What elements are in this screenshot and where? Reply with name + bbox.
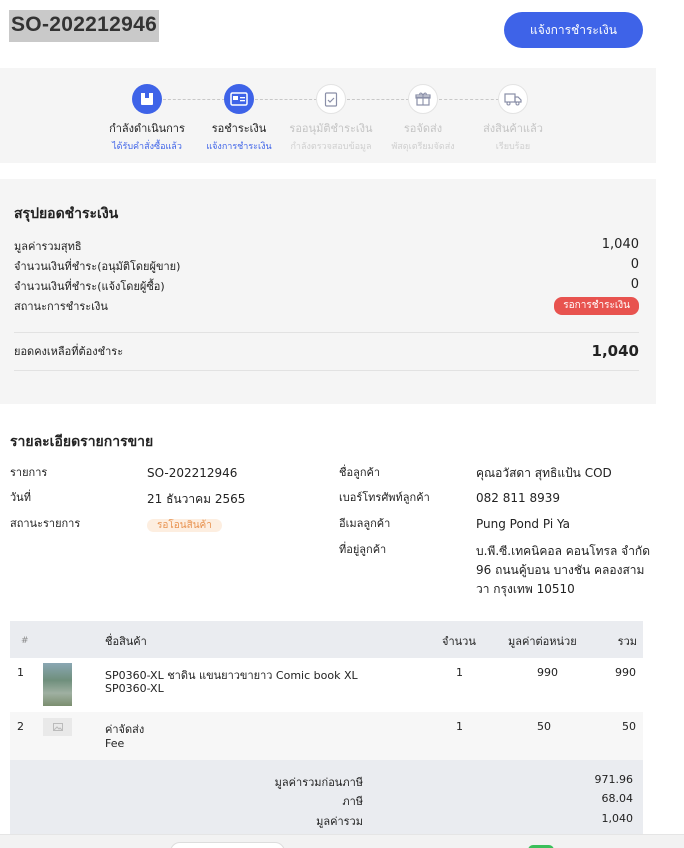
- sale-details-title: รายละเอียดรายการขาย: [10, 434, 154, 450]
- step-title: รออนุมัติชำระเงิน: [289, 122, 373, 135]
- payment-status-row: สถานะการชำระเงิน รอการชำระเงิน: [14, 297, 639, 315]
- clipboard-check-icon: [316, 84, 346, 114]
- row-num: 2: [17, 720, 24, 733]
- payment-status-badge: รอการชำระเงิน: [554, 297, 639, 315]
- step-awaiting-shipment: รอจัดส่ง พัสดุเตรียมจัดส่ง: [375, 84, 471, 153]
- customer-label: ชื่อลูกค้า: [339, 466, 381, 479]
- col-unit-price: มูลค่าต่อหน่วย: [508, 635, 577, 648]
- date-value: 21 ธันวาคม 2565: [147, 492, 246, 506]
- payment-summary-card: สรุปยอดชำระเงิน มูลค่ารวมสุทธิ 1,040 จำน…: [0, 179, 656, 404]
- image-placeholder-icon: [43, 718, 72, 736]
- table-row: 2 ค่าจัดส่ง Fee 1 50 50: [10, 712, 643, 760]
- row-name: ค่าจัดส่ง: [105, 723, 145, 736]
- phone-label: เบอร์โทรศัพท์ลูกค้า: [339, 491, 430, 504]
- step-awaiting-payment: รอชำระเงิน แจ้งการชำระเงิน: [191, 84, 287, 153]
- net-total-row: มูลค่ารวมสุทธิ 1,040: [14, 237, 639, 255]
- payment-status-label: สถานะการชำระเงิน: [14, 300, 108, 313]
- truck-icon: [498, 84, 528, 114]
- row-total: 990: [615, 666, 636, 679]
- paid-reported-value: 0: [630, 277, 639, 292]
- tax-label: ภาษี: [342, 795, 363, 808]
- paid-approved-label: จำนวนเงินที่ชำระ(อนุมัติโดยผู้ขาย): [14, 260, 181, 273]
- email-label: อีเมลลูกค้า: [339, 517, 391, 530]
- notify-payment-button[interactable]: แจ้งการชำระเงิน: [504, 12, 643, 48]
- order-progress-stepper: กำลังดำเนินการ ได้รับคำสั่งซื้อแล้ว รอชำ…: [0, 68, 656, 163]
- paid-reported-label: จำนวนเงินที่ชำระ(แจ้งโดยผู้ซื้อ): [14, 280, 165, 293]
- row-sku: Fee: [105, 737, 125, 750]
- paid-approved-value: 0: [630, 257, 639, 272]
- step-title: กำลังดำเนินการ: [109, 122, 185, 135]
- email-value: Pung Pond Pi Ya: [476, 517, 571, 531]
- remaining-value: 1,040: [591, 342, 639, 360]
- row-sku: SP0360-XL: [105, 682, 164, 695]
- item-value: SO-202212946: [147, 466, 238, 480]
- bottom-pill-button[interactable]: [170, 842, 285, 848]
- paid-reported-row: จำนวนเงินที่ชำระ(แจ้งโดยผู้ซื้อ) 0: [14, 277, 639, 295]
- net-total-label: มูลค่ารวมสุทธิ: [14, 240, 82, 253]
- net-total-value: 1,040: [601, 237, 639, 252]
- customer-value: คุณอวัสดา สุทธิแป้น COD: [476, 466, 612, 480]
- bottom-bar: [0, 834, 684, 848]
- row-unit-price: 990: [537, 666, 558, 679]
- col-num: #: [21, 636, 29, 646]
- pre-tax-label: มูลค่ารวมก่อนภาษี: [274, 776, 363, 789]
- remaining-row: ยอดคงเหลือที่ต้องชำระ 1,040: [14, 342, 639, 360]
- address-label: ที่อยู่ลูกค้า: [339, 543, 387, 556]
- row-total: 50: [622, 720, 636, 733]
- col-total: รวม: [617, 635, 637, 648]
- payment-summary-title: สรุปยอดชำระเงิน: [14, 206, 119, 222]
- step-processing: กำลังดำเนินการ ได้รับคำสั่งซื้อแล้ว: [99, 84, 195, 153]
- box-icon: [132, 84, 162, 114]
- order-status-badge: รอโอนสินค้า: [147, 519, 222, 532]
- product-thumbnail[interactable]: [43, 663, 72, 706]
- row-qty: 1: [456, 666, 463, 679]
- row-qty: 1: [456, 720, 463, 733]
- table-summary: มูลค่ารวมก่อนภาษี 971.96 ภาษี 68.04 มูลค…: [10, 760, 643, 834]
- step-subtitle: กำลังตรวจสอบข้อมูล: [290, 142, 372, 152]
- step-subtitle: พัสดุเตรียมจัดส่ง: [391, 142, 455, 152]
- col-qty: จำนวน: [442, 635, 476, 648]
- payment-card-icon: [224, 84, 254, 114]
- col-name: ชื่อสินค้า: [105, 635, 147, 648]
- tax-value: 68.04: [601, 792, 634, 805]
- order-status-label: สถานะรายการ: [10, 517, 81, 530]
- step-subtitle: ได้รับคำสั่งซื้อแล้ว: [112, 142, 182, 152]
- step-awaiting-approval: รออนุมัติชำระเงิน กำลังตรวจสอบข้อมูล: [283, 84, 379, 153]
- step-subtitle: แจ้งการชำระเงิน: [206, 142, 272, 152]
- items-table-header: # ชื่อสินค้า จำนวน มูลค่าต่อหน่วย รวม: [10, 621, 643, 658]
- remaining-label: ยอดคงเหลือที่ต้องชำระ: [14, 345, 124, 358]
- row-num: 1: [17, 666, 24, 679]
- grand-total-label: มูลค่ารวม: [316, 815, 363, 828]
- step-title: รอชำระเงิน: [211, 122, 267, 135]
- pre-tax-value: 971.96: [594, 773, 634, 786]
- address-value: บ.พี.ซี.เทคนิคอล คอนโทรล จำกัด 96 ถนนคู้…: [476, 544, 650, 596]
- grand-total-value: 1,040: [601, 812, 634, 825]
- step-title: รอจัดส่ง: [403, 122, 443, 135]
- item-label: รายการ: [10, 466, 48, 479]
- row-unit-price: 50: [537, 720, 551, 733]
- step-shipped: ส่งสินค้าแล้ว เรียบร้อย: [465, 84, 561, 153]
- gift-icon: [408, 84, 438, 114]
- phone-value: 082 811 8939: [476, 491, 560, 505]
- paid-approved-row: จำนวนเงินที่ชำระ(อนุมัติโดยผู้ขาย) 0: [14, 257, 639, 275]
- table-row: 1 SP0360-XL ชาดิน แขนยาวขายาว Comic book…: [10, 658, 643, 712]
- step-title: ส่งสินค้าแล้ว: [483, 122, 543, 135]
- order-id-title: SO-202212946: [9, 10, 160, 42]
- date-label: วันที่: [10, 491, 31, 504]
- step-subtitle: เรียบร้อย: [495, 142, 531, 152]
